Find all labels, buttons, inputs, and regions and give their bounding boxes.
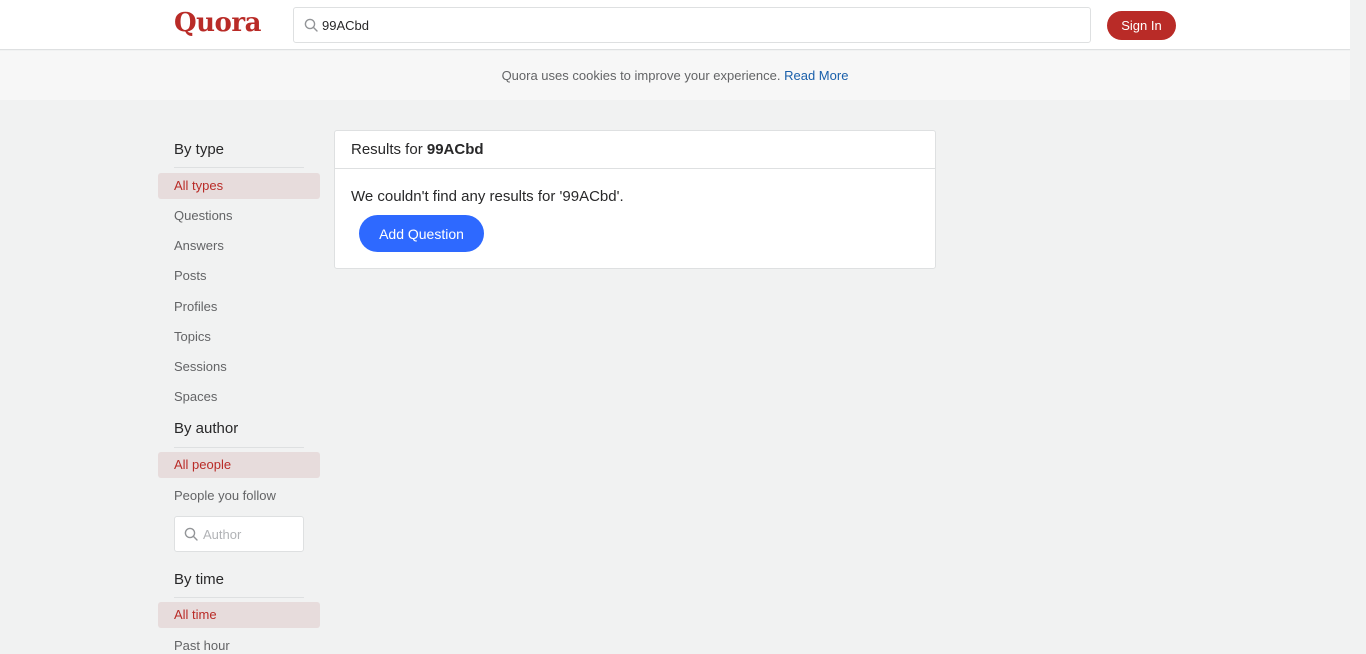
divider: [174, 167, 304, 168]
top-header: Quora Sign In: [0, 0, 1350, 50]
add-question-button[interactable]: Add Question: [359, 215, 484, 252]
filter-sessions[interactable]: Sessions: [158, 354, 320, 380]
no-results-message: We couldn't find any results for '99ACbd…: [351, 188, 624, 205]
cookie-banner: Quora uses cookies to improve your exper…: [0, 51, 1350, 100]
filter-spaces[interactable]: Spaces: [158, 384, 320, 410]
results-card: Results for 99ACbd We couldn't find any …: [334, 130, 936, 269]
by-author-title: By author: [174, 420, 239, 437]
filter-profiles[interactable]: Profiles: [158, 294, 320, 320]
sign-in-button[interactable]: Sign In: [1107, 11, 1176, 40]
divider: [174, 447, 304, 448]
read-more-link[interactable]: Read More: [784, 68, 848, 83]
filter-posts[interactable]: Posts: [158, 263, 320, 289]
author-input[interactable]: [203, 517, 299, 551]
results-prefix: Results for: [351, 141, 423, 158]
search-bar[interactable]: [293, 7, 1091, 43]
results-query: 99ACbd: [426, 141, 484, 158]
cookie-text: Quora uses cookies to improve your exper…: [501, 68, 781, 83]
filter-answers[interactable]: Answers: [158, 233, 320, 259]
filter-all-people[interactable]: All people: [158, 452, 320, 478]
author-search-box[interactable]: [174, 516, 304, 552]
results-header: Results for 99ACbd: [335, 131, 935, 169]
search-icon: [184, 527, 198, 541]
filter-questions[interactable]: Questions: [158, 203, 320, 229]
quora-logo[interactable]: Quora: [174, 8, 261, 38]
filter-topics[interactable]: Topics: [158, 324, 320, 350]
filter-people-you-follow[interactable]: People you follow: [158, 483, 320, 509]
search-input[interactable]: [322, 8, 1082, 42]
by-type-title: By type: [174, 141, 225, 158]
by-time-title: By time: [174, 571, 225, 588]
search-icon: [304, 18, 318, 32]
filter-past-hour[interactable]: Past hour: [158, 633, 320, 654]
filter-all-types[interactable]: All types: [158, 173, 320, 199]
scrollbar-track[interactable]: [1350, 0, 1366, 654]
divider: [174, 597, 304, 598]
filter-all-time[interactable]: All time: [158, 602, 320, 628]
